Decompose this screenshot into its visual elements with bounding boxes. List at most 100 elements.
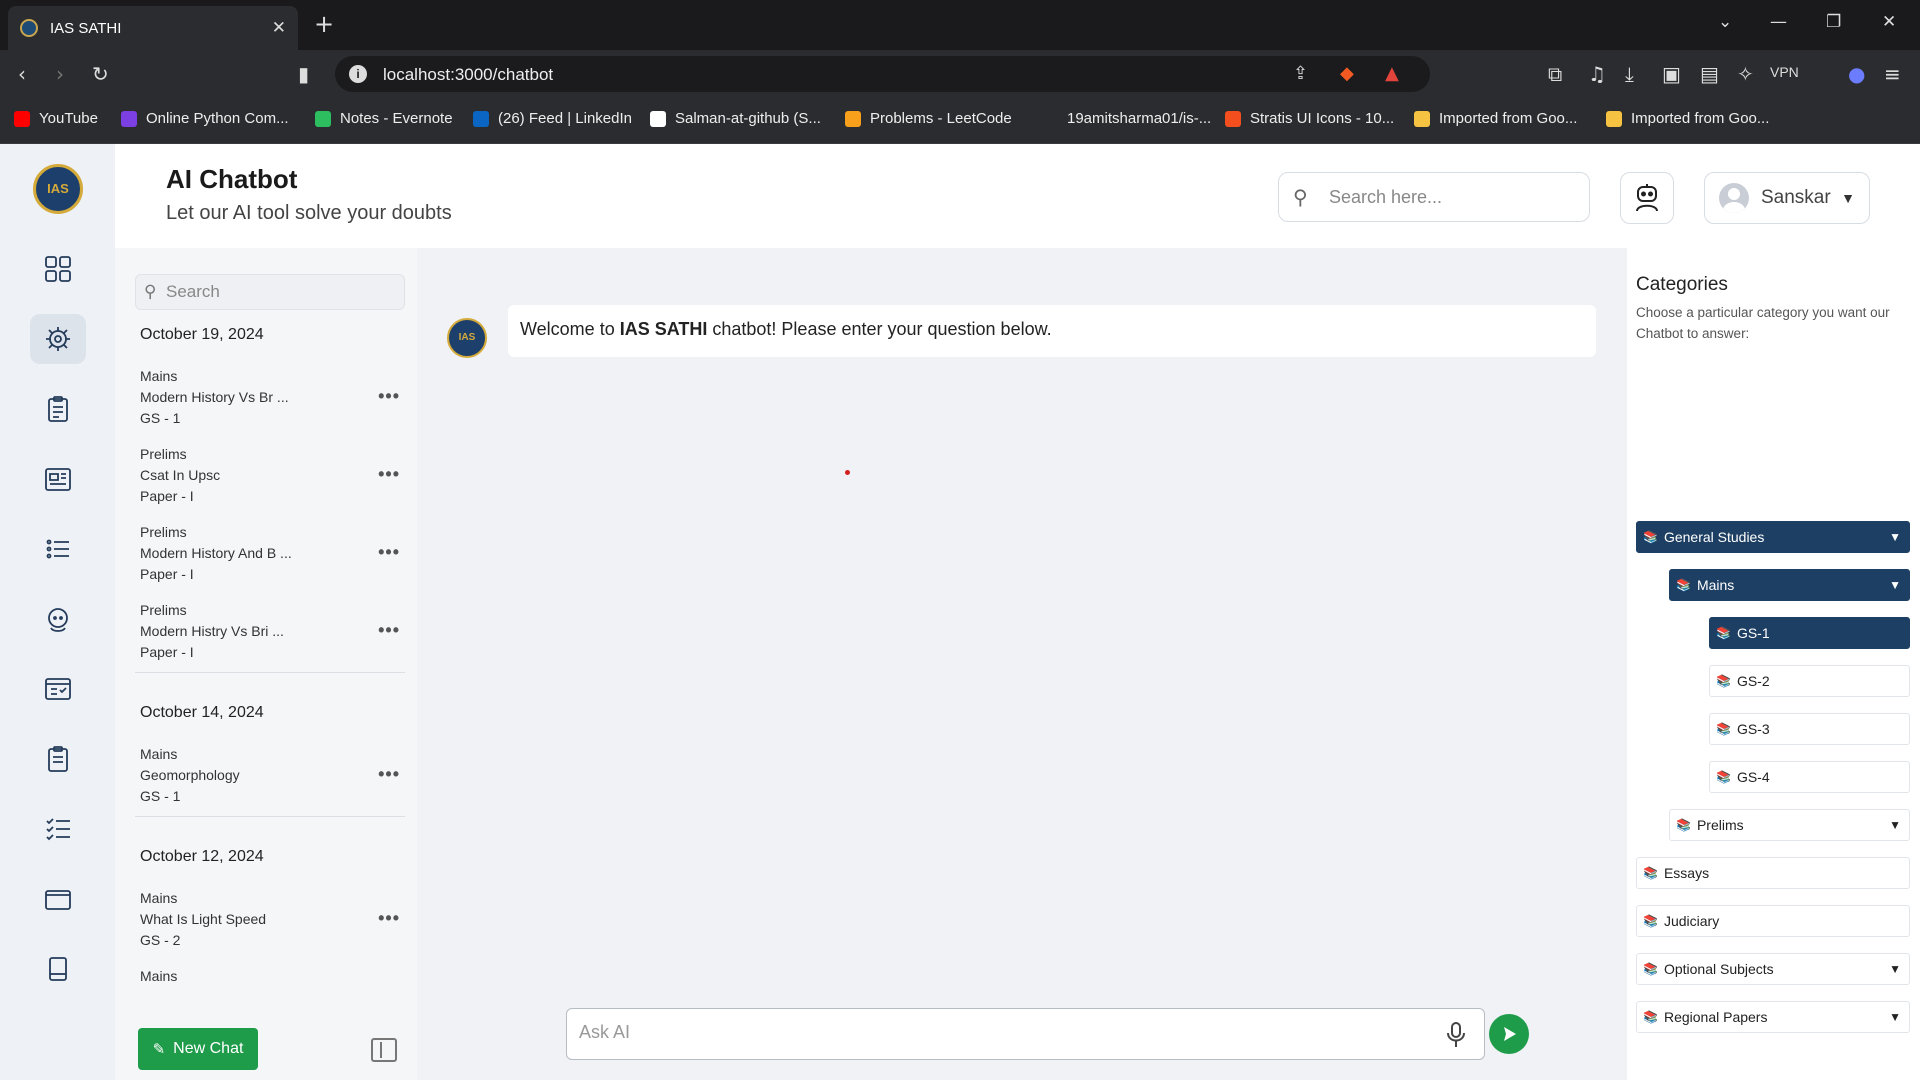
bookmark-item[interactable]: Notes - Evernote bbox=[315, 110, 453, 127]
category-general-studies[interactable]: 📚 General Studies ▼ bbox=[1636, 521, 1910, 553]
rail-item-book[interactable] bbox=[30, 944, 86, 994]
more-options-icon[interactable]: ••• bbox=[378, 464, 400, 485]
history-search[interactable]: ⚲ bbox=[135, 274, 405, 310]
category-gs-2[interactable]: 📚 GS-2 bbox=[1709, 665, 1910, 697]
user-menu[interactable]: Sanskar ▼ bbox=[1704, 172, 1870, 224]
rail-item-task-list[interactable] bbox=[30, 804, 86, 854]
url-text[interactable]: localhost:3000/chatbot bbox=[383, 65, 553, 85]
reload-icon[interactable]: ↻ bbox=[92, 62, 109, 86]
rail-item-dashboard-grid[interactable] bbox=[30, 244, 86, 294]
chevron-down-icon[interactable]: ▼ bbox=[1889, 530, 1901, 544]
category-optional-subjects[interactable]: 📚 Optional Subjects ▼ bbox=[1636, 953, 1910, 985]
back-icon[interactable]: ‹ bbox=[18, 62, 26, 86]
global-search[interactable]: ⚲ bbox=[1278, 172, 1590, 222]
minimize-icon[interactable]: — bbox=[1770, 12, 1787, 32]
history-item[interactable]: Mains bbox=[140, 966, 402, 1032]
new-tab-icon[interactable]: + bbox=[314, 10, 334, 38]
rail-item-wallet[interactable] bbox=[30, 874, 86, 924]
microphone-icon[interactable] bbox=[1446, 1021, 1466, 1049]
bookmark-item[interactable]: Stratis UI Icons - 10... bbox=[1225, 110, 1394, 127]
category-regional-papers[interactable]: 📚 Regional Papers ▼ bbox=[1636, 1001, 1910, 1033]
ask-ai-box[interactable] bbox=[566, 1008, 1485, 1060]
leo-ai-icon[interactable]: ✧ bbox=[1737, 62, 1754, 86]
new-chat-button[interactable]: ✎ New Chat bbox=[138, 1028, 258, 1070]
media-icon[interactable]: ♫ bbox=[1588, 62, 1606, 86]
share-icon[interactable]: ⇪ bbox=[1293, 63, 1308, 84]
side-navigation: IAS bbox=[0, 144, 115, 1080]
more-options-icon[interactable]: ••• bbox=[378, 620, 400, 641]
bookmark-item[interactable]: YouTube bbox=[14, 110, 98, 127]
chevron-down-icon[interactable]: ▼ bbox=[1889, 818, 1901, 832]
brave-shield-icon[interactable]: ◆ bbox=[1340, 63, 1354, 84]
history-item-l3: Paper - I bbox=[140, 644, 194, 660]
wallet-browser-icon[interactable]: ▤ bbox=[1700, 62, 1719, 86]
site-info-icon[interactable]: i bbox=[349, 65, 367, 83]
restore-icon[interactable]: ❐ bbox=[1826, 12, 1841, 32]
history-item-l2: Modern History Vs Br ... bbox=[140, 389, 289, 405]
history-item[interactable]: Mains Geomorphology GS - 1 ••• bbox=[140, 744, 402, 810]
ask-ai-input[interactable] bbox=[579, 1022, 1399, 1043]
vpn-button[interactable]: VPN bbox=[1770, 64, 1799, 80]
more-options-icon[interactable]: ••• bbox=[378, 542, 400, 563]
rail-item-checklist-window[interactable] bbox=[30, 664, 86, 714]
collapse-panel-icon[interactable] bbox=[371, 1038, 397, 1062]
global-search-input[interactable] bbox=[1329, 183, 1569, 211]
bookmark-item[interactable]: Online Python Com... bbox=[121, 110, 289, 127]
category-gs-1[interactable]: 📚 GS-1 bbox=[1709, 617, 1910, 649]
history-item[interactable]: Mains Modern History Vs Br ... GS - 1 ••• bbox=[140, 366, 402, 432]
close-window-icon[interactable]: ✕ bbox=[1882, 12, 1896, 32]
cursor-dot bbox=[845, 470, 850, 475]
category-mains[interactable]: 📚 Mains ▼ bbox=[1669, 569, 1910, 601]
rail-item-newspaper[interactable] bbox=[30, 454, 86, 504]
category-essays[interactable]: 📚 Essays bbox=[1636, 857, 1910, 889]
forward-icon[interactable]: › bbox=[56, 62, 64, 86]
category-prelims[interactable]: 📚 Prelims ▼ bbox=[1669, 809, 1910, 841]
bookmark-item[interactable]: Salman-at-github (S... bbox=[650, 110, 821, 127]
history-item-l3: GS - 1 bbox=[140, 410, 181, 426]
tab-search-chevron-icon[interactable]: ⌄ bbox=[1718, 12, 1732, 32]
bookmark-label: YouTube bbox=[39, 110, 98, 127]
extensions-icon[interactable]: ⧉ bbox=[1548, 62, 1562, 86]
ias-sathi-logo[interactable]: IAS bbox=[33, 164, 83, 214]
rail-item-notes-clipboard[interactable] bbox=[30, 734, 86, 784]
category-judiciary[interactable]: 📚 Judiciary bbox=[1636, 905, 1910, 937]
history-item[interactable]: Prelims Modern Histry Vs Bri ... Paper - I… bbox=[140, 600, 402, 666]
bookmark-favicon-icon bbox=[1606, 110, 1622, 127]
history-item-l1: Prelims bbox=[140, 446, 187, 462]
bookmark-icon[interactable]: ▮ bbox=[298, 62, 309, 86]
download-icon[interactable]: ⤓ bbox=[1625, 62, 1634, 86]
sidebar-icon[interactable]: ▣ bbox=[1662, 62, 1681, 86]
browser-tab[interactable]: IAS SATHI ✕ bbox=[8, 6, 298, 50]
bookmark-item[interactable]: (26) Feed | LinkedIn bbox=[473, 110, 632, 127]
category-gs-3[interactable]: 📚 GS-3 bbox=[1709, 713, 1910, 745]
send-button[interactable] bbox=[1489, 1014, 1529, 1054]
history-item-l2: Modern Histry Vs Bri ... bbox=[140, 623, 284, 639]
history-item-l3: Paper - I bbox=[140, 566, 194, 582]
address-bar[interactable]: i localhost:3000/chatbot ⇪ ◆ ▲ bbox=[335, 56, 1430, 92]
chevron-down-icon[interactable]: ▼ bbox=[1889, 1010, 1901, 1024]
more-options-icon[interactable]: ••• bbox=[378, 386, 400, 407]
history-item[interactable]: Prelims Modern History And B ... Paper - I… bbox=[140, 522, 402, 588]
chevron-down-icon[interactable]: ▼ bbox=[1889, 962, 1901, 976]
more-options-icon[interactable]: ••• bbox=[378, 764, 400, 785]
bookmark-item[interactable]: Imported from Goo... bbox=[1606, 110, 1769, 127]
rail-item-test-clipboard[interactable] bbox=[30, 384, 86, 434]
bookmark-item[interactable]: Imported from Goo... bbox=[1414, 110, 1577, 127]
rail-item-list[interactable] bbox=[30, 524, 86, 574]
bookmark-favicon-icon bbox=[473, 110, 489, 127]
rail-item-mentor-avatar[interactable] bbox=[30, 594, 86, 644]
tab-close-icon[interactable]: ✕ bbox=[272, 18, 286, 38]
bookmark-item[interactable]: Problems - LeetCode bbox=[845, 110, 1012, 127]
chevron-down-icon[interactable]: ▼ bbox=[1889, 578, 1901, 592]
bookmark-item[interactable]: 19amitsharma01/is-... bbox=[1042, 110, 1211, 127]
rewards-icon[interactable]: ▲ bbox=[1385, 63, 1399, 84]
profile-icon[interactable]: ● bbox=[1848, 62, 1865, 86]
history-item[interactable]: Prelims Csat In Upsc Paper - I ••• bbox=[140, 444, 402, 510]
rail-item-ai-brain[interactable] bbox=[30, 314, 86, 364]
history-item[interactable]: Mains What Is Light Speed GS - 2 ••• bbox=[140, 888, 402, 954]
history-search-input[interactable] bbox=[166, 282, 386, 302]
menu-icon[interactable]: ≡ bbox=[1884, 62, 1901, 86]
chatbot-button[interactable] bbox=[1620, 172, 1674, 224]
category-gs-4[interactable]: 📚 GS-4 bbox=[1709, 761, 1910, 793]
more-options-icon[interactable]: ••• bbox=[378, 908, 400, 929]
